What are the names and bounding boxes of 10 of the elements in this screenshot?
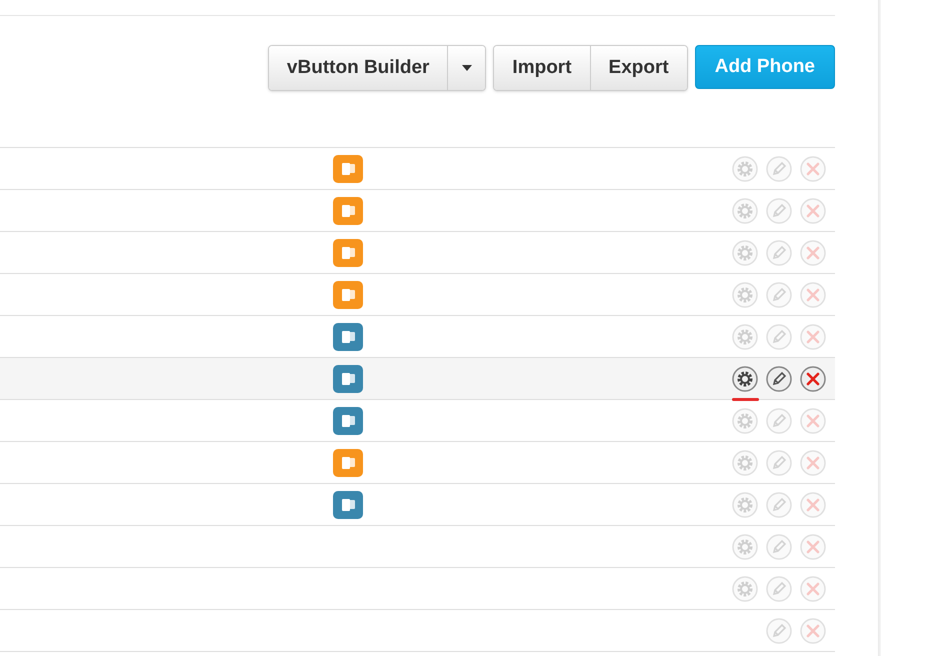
export-button[interactable]: Export bbox=[590, 46, 687, 90]
table-row[interactable] bbox=[0, 358, 835, 400]
delete-icon[interactable] bbox=[800, 366, 826, 392]
hover-underline bbox=[732, 398, 759, 400]
import-button[interactable]: Import bbox=[494, 46, 590, 90]
caret-icon bbox=[462, 65, 472, 71]
pencil-icon[interactable] bbox=[766, 366, 792, 392]
vbutton-builder-button[interactable]: vButton Builder bbox=[268, 46, 448, 90]
gear-icon[interactable] bbox=[732, 366, 758, 392]
dropdown-caret-button[interactable] bbox=[447, 46, 486, 90]
